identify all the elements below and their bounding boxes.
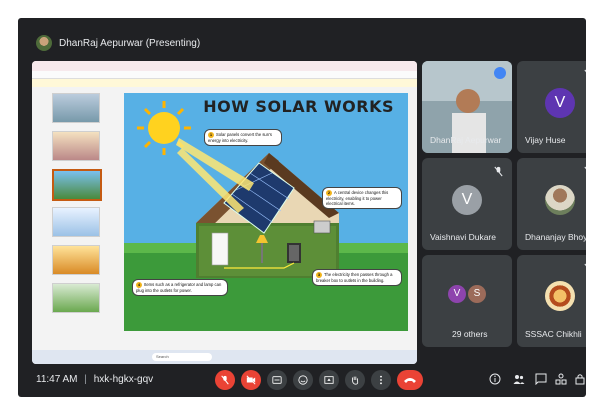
emoji-button[interactable] <box>293 370 313 390</box>
mic-off-icon <box>584 263 586 267</box>
speaking-indicator-icon <box>494 67 506 79</box>
people-button[interactable]: 34 <box>512 372 526 386</box>
mic-toggle-button[interactable] <box>215 370 235 390</box>
people-icon <box>513 375 525 384</box>
ppt-titlebar <box>32 61 417 71</box>
avatar: V <box>545 88 575 118</box>
participant-tile[interactable]: V Vijay Huse <box>517 61 586 153</box>
callout-2: 2A central device changes this electrici… <box>322 187 402 209</box>
slide-canvas: HOW SOLAR WORKS 1 Solar panels convert th… <box>124 93 408 331</box>
shared-screen[interactable]: HOW SOLAR WORKS 1 Solar panels convert th… <box>32 61 417 364</box>
activities-icon <box>555 373 567 385</box>
meeting-info: 11:47 AM | hxk-hgkx-gqv <box>36 374 154 385</box>
activities-button[interactable] <box>554 372 568 386</box>
participant-tile-others[interactable]: V S 29 others <box>422 255 512 347</box>
slide-title: HOW SOLAR WORKS <box>203 97 394 116</box>
chat-button[interactable] <box>534 372 548 386</box>
meet-window: DhanRaj Aepurwar (Presenting) HOW SOLAR … <box>18 18 586 397</box>
callout-3: 3 The electricity then passes through a b… <box>312 269 402 286</box>
participant-tile[interactable]: Dhananjay Bhoyar <box>517 158 586 250</box>
participant-name: SSSAC Chikhli <box>525 329 582 339</box>
presenter-name: DhanRaj Aepurwar (Presenting) <box>59 37 201 49</box>
participant-name: Vijay Huse <box>525 135 566 145</box>
avatar <box>545 185 575 215</box>
avatar: V <box>448 285 466 303</box>
presenter-bar: DhanRaj Aepurwar (Presenting) <box>36 32 200 54</box>
avatar: V <box>452 185 482 215</box>
slide-thumbnail[interactable] <box>52 283 100 313</box>
chat-icon <box>535 373 547 385</box>
callout-4: 4 Items such as a refrigerator and lamp c… <box>132 279 228 296</box>
clock: 11:47 AM <box>36 374 78 385</box>
mic-off-icon <box>584 69 586 73</box>
info-button[interactable] <box>488 372 502 386</box>
slide-thumbnail[interactable] <box>52 131 100 161</box>
present-button[interactable] <box>319 370 339 390</box>
hand-icon <box>352 376 359 385</box>
ppt-ribbon <box>32 71 417 79</box>
callout-1: 1 Solar panels convert the sun's energy i… <box>204 129 282 146</box>
avatar: S <box>468 285 486 303</box>
slide-thumbnail[interactable] <box>52 207 100 237</box>
slide-thumbnail-panel <box>42 91 114 341</box>
more-options-button[interactable] <box>371 370 391 390</box>
camera-off-icon <box>246 375 256 385</box>
leave-call-button[interactable] <box>397 370 423 390</box>
participant-tile[interactable]: V Vaishnavi Dukare <box>422 158 512 250</box>
info-icon <box>489 373 501 385</box>
host-controls-button[interactable] <box>573 372 586 386</box>
taskbar-search[interactable]: Search <box>152 353 212 361</box>
lock-person-icon <box>575 374 585 385</box>
participant-name: Dhananjay Bhoyar <box>525 232 586 242</box>
camera-toggle-button[interactable] <box>241 370 261 390</box>
participant-tile[interactable]: SSSAC Chikhli <box>517 255 586 347</box>
slide-thumbnail-active[interactable] <box>52 169 102 201</box>
windows-taskbar: Search <box>32 350 417 364</box>
raise-hand-button[interactable] <box>345 370 365 390</box>
participant-tile-presenter[interactable]: DhanRaj Aepurwar <box>422 61 512 153</box>
mic-off-icon <box>494 166 503 177</box>
slide-thumbnail[interactable] <box>52 93 100 123</box>
emoji-icon <box>298 375 308 385</box>
ppt-infobar <box>32 79 417 87</box>
slide-thumbnail[interactable] <box>52 245 100 275</box>
mic-off-icon <box>584 166 586 170</box>
present-icon <box>324 376 334 384</box>
mic-off-icon <box>221 375 229 385</box>
captions-button[interactable] <box>267 370 287 390</box>
participant-name: 29 others <box>452 329 488 339</box>
bottom-control-bar: 11:47 AM | hxk-hgkx-gqv <box>18 370 586 397</box>
participant-name: Vaishnavi Dukare <box>430 232 496 242</box>
presenter-avatar <box>36 35 52 51</box>
college-logo <box>545 281 575 311</box>
captions-icon <box>272 376 282 384</box>
participant-name: DhanRaj Aepurwar <box>430 135 502 145</box>
end-call-icon <box>404 378 416 383</box>
more-vert-icon <box>380 375 382 385</box>
meeting-code: hxk-hgkx-gqv <box>93 374 154 385</box>
